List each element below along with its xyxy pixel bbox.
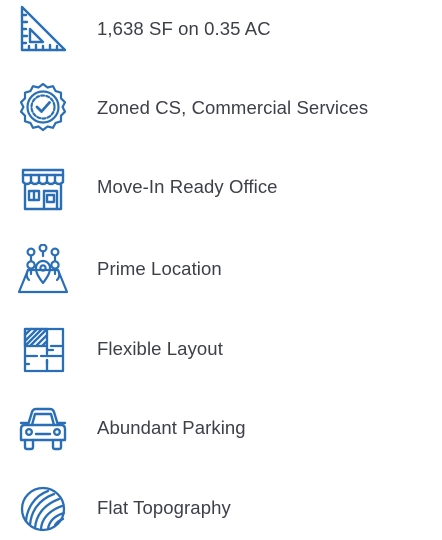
feature-item-layout: Flexible Layout — [0, 320, 442, 380]
feature-label: Flexible Layout — [97, 338, 223, 359]
ruler-triangle-icon — [17, 3, 69, 55]
feature-label: Abundant Parking — [97, 417, 246, 438]
feature-item-parking: Abundant Parking — [0, 400, 442, 460]
feature-item-topography: Flat Topography — [0, 480, 442, 540]
feature-item-location: Prime Location — [0, 240, 442, 300]
map-pins-icon — [17, 244, 69, 296]
feature-item-size: 1,638 SF on 0.35 AC — [0, 0, 442, 60]
floor-plan-icon — [17, 324, 69, 376]
feature-label: 1,638 SF on 0.35 AC — [97, 18, 271, 39]
feature-label: Prime Location — [97, 258, 222, 279]
storefront-icon — [17, 164, 69, 216]
feature-item-zoning: Zoned CS, Commercial Services — [0, 81, 442, 141]
feature-label: Flat Topography — [97, 497, 231, 518]
feature-label: Zoned CS, Commercial Services — [97, 97, 369, 118]
feature-label: Move-In Ready Office — [97, 176, 278, 197]
feature-item-office: Move-In Ready Office — [0, 160, 442, 220]
certified-badge-icon — [17, 81, 69, 133]
car-icon — [17, 403, 69, 455]
feature-list: 1,638 SF on 0.35 AC Zoned CS, Commercial… — [0, 0, 442, 532]
topography-icon — [17, 483, 69, 535]
